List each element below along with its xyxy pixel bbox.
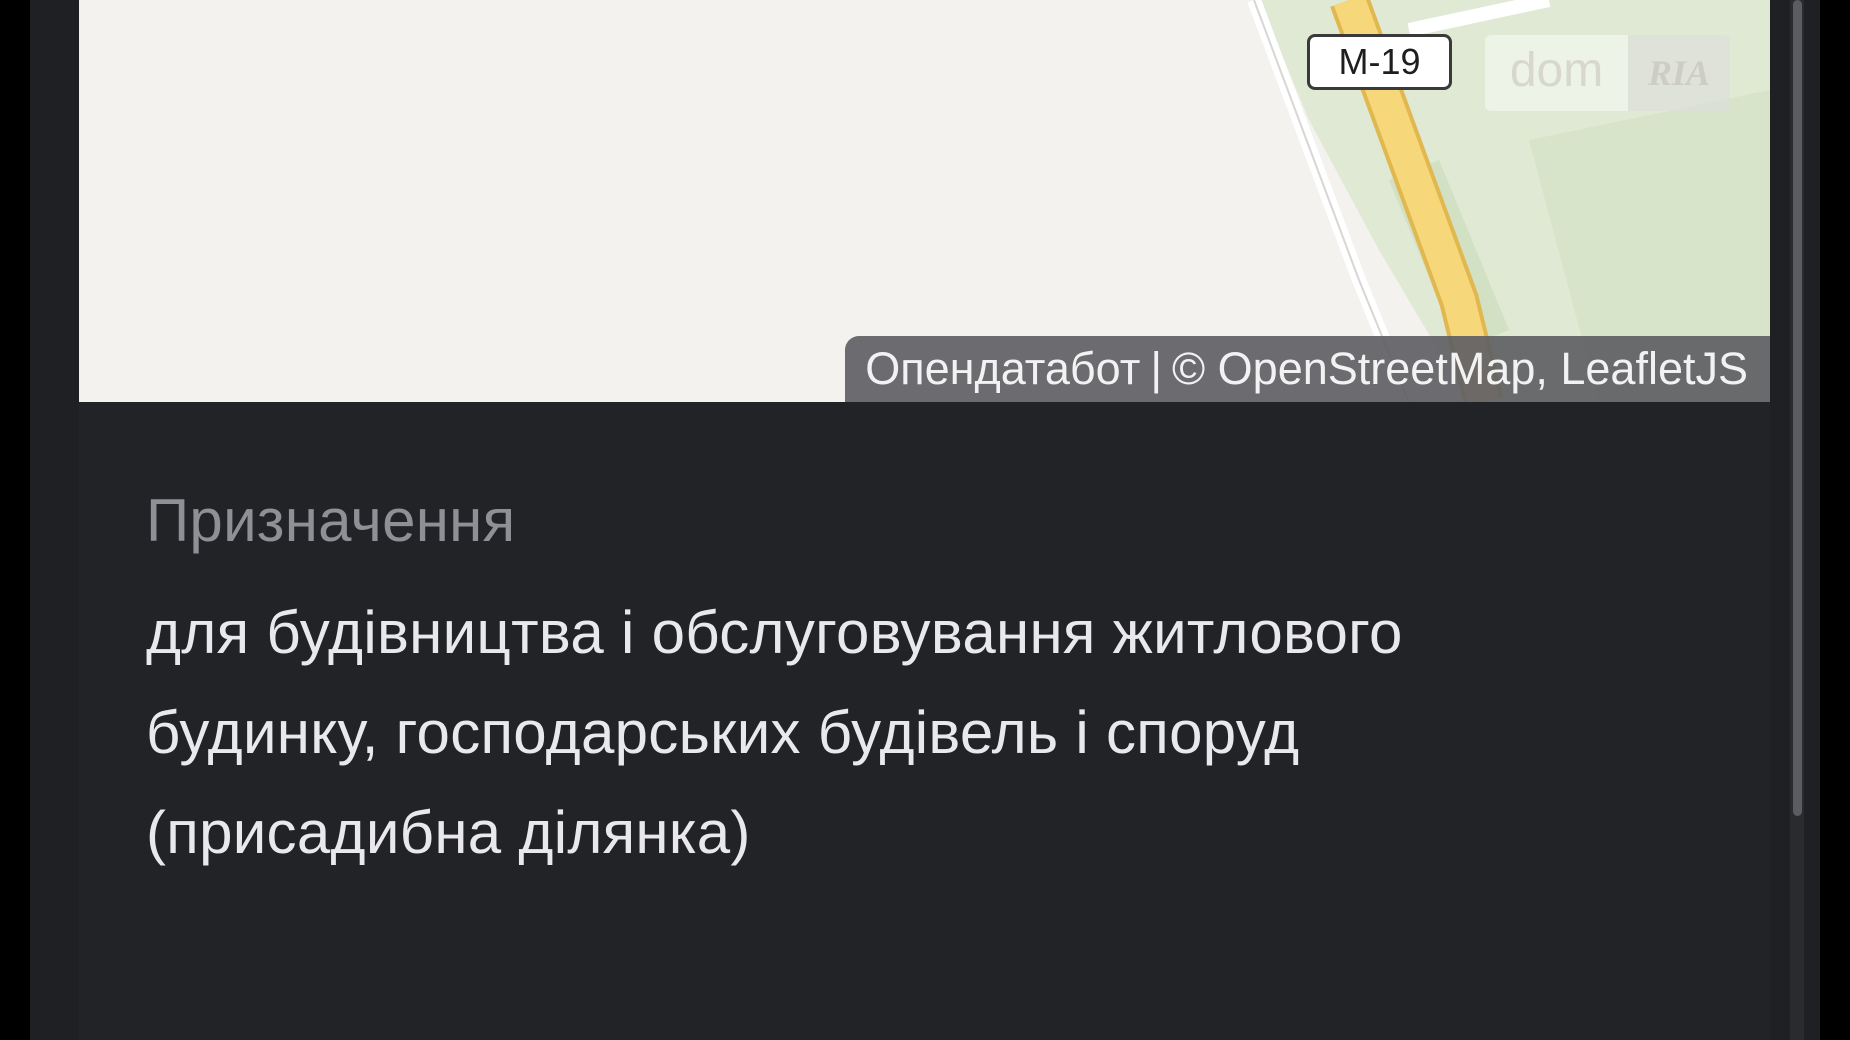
purpose-value: для будівництва і обслуговування житлово… bbox=[146, 583, 1606, 883]
screen: M-19 dom RIA Опендатабот | © OpenStreetMap… bbox=[0, 0, 1850, 1040]
map-attribution: Опендатабот | © OpenStreetMap, LeafletJS bbox=[845, 336, 1770, 402]
attribution-separator: | bbox=[1150, 343, 1163, 394]
attribution-provider-link[interactable]: Опендатабот bbox=[865, 343, 1140, 394]
attribution-credits-link[interactable]: © OpenStreetMap, LeafletJS bbox=[1172, 343, 1748, 394]
scrollbar-thumb[interactable] bbox=[1793, 0, 1802, 816]
map-view[interactable]: M-19 dom RIA Опендатабот | © OpenStreetMap… bbox=[79, 0, 1770, 402]
purpose-line: (присадибна ділянка) bbox=[146, 799, 751, 866]
purpose-line: для будівництва і обслуговування житлово… bbox=[146, 599, 1403, 666]
watermark-logo: dom RIA bbox=[1485, 35, 1730, 111]
watermark-dom: dom bbox=[1485, 35, 1628, 111]
purpose-line: будинку, господарських будівель і споруд bbox=[146, 699, 1300, 766]
watermark-ria: RIA bbox=[1628, 35, 1730, 111]
road-shield: M-19 bbox=[1307, 34, 1452, 90]
purpose-label: Призначення bbox=[146, 487, 516, 554]
